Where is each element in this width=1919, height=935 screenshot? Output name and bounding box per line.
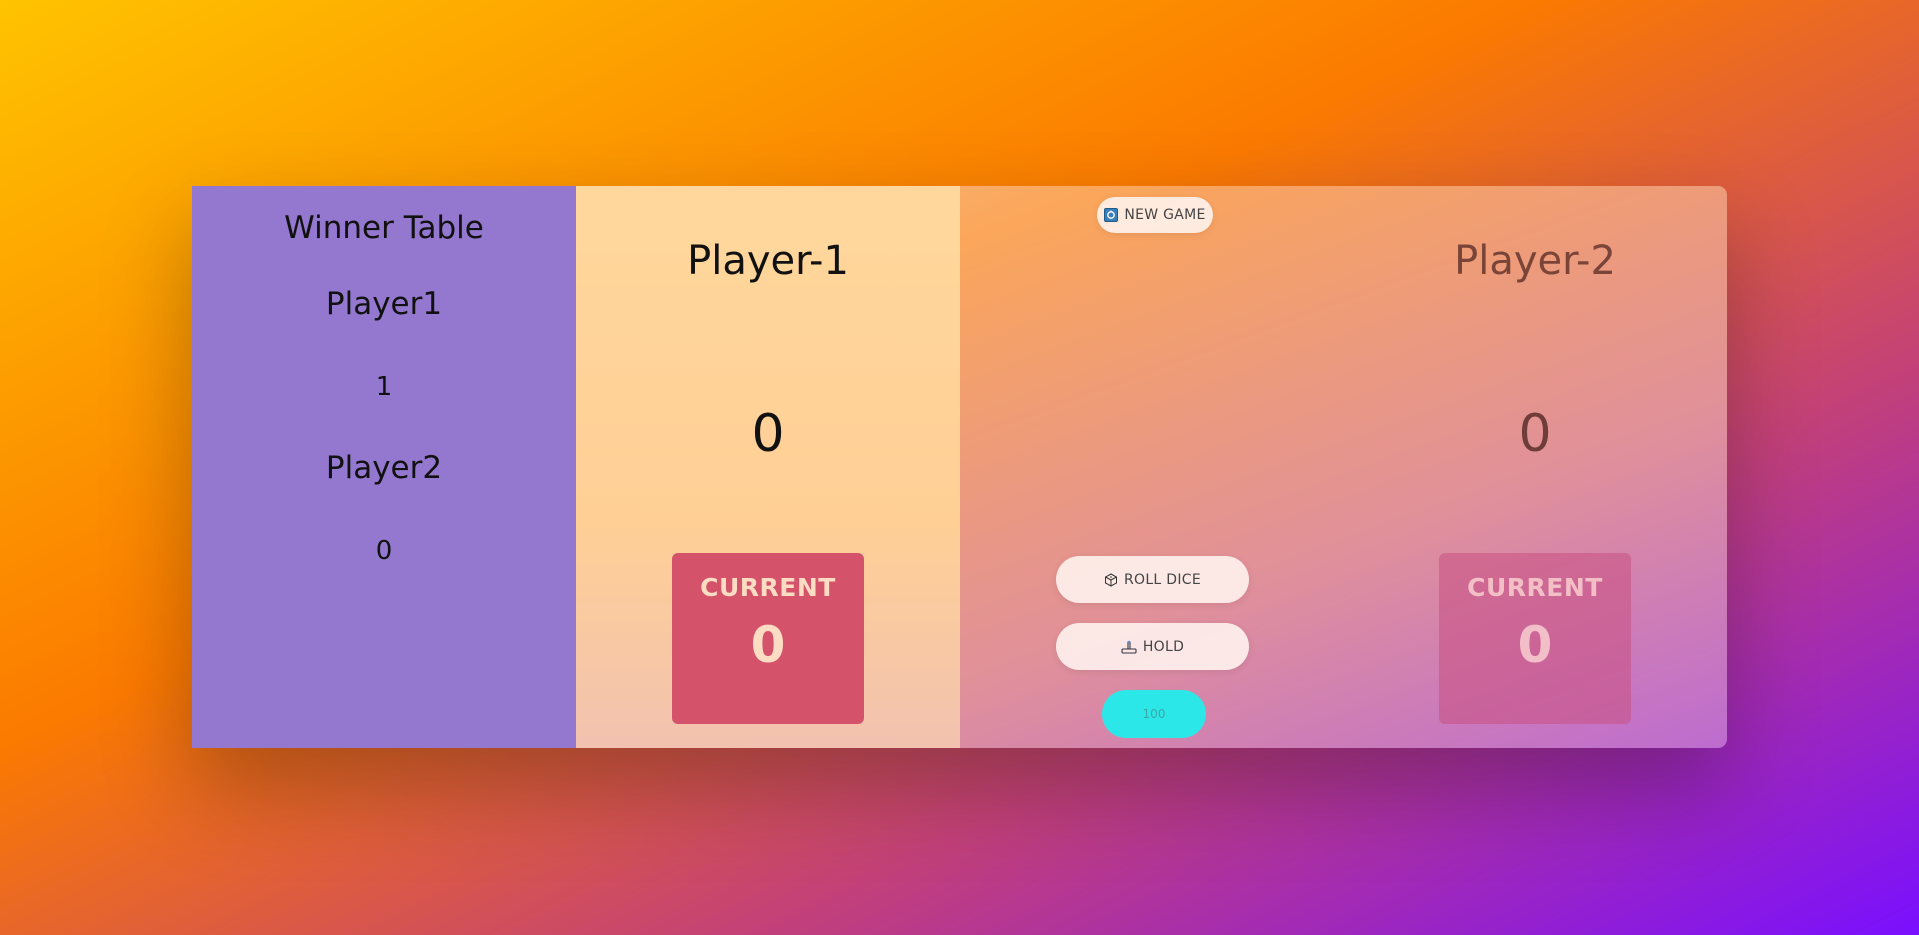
- new-game-label: NEW GAME: [1124, 207, 1206, 223]
- winner-player2-wins: 0: [375, 536, 393, 566]
- new-game-button[interactable]: NEW GAME: [1097, 197, 1213, 233]
- target-score-input[interactable]: [1102, 690, 1206, 738]
- player2-score: 0: [1518, 404, 1552, 464]
- player1-name: Player-1: [687, 238, 849, 284]
- player1-panel: Player-1 0 CURRENT 0: [576, 186, 960, 748]
- new-game-icon: [1104, 208, 1119, 222]
- player1-score: 0: [751, 404, 785, 464]
- player2-panel: Player-2 0 CURRENT 0: [1343, 186, 1727, 748]
- winner-player1-wins: 1: [375, 372, 393, 402]
- player2-current-label: CURRENT: [1467, 573, 1603, 602]
- game-board: Winner Table Player1 1 Player2 0 Player-…: [192, 186, 1727, 748]
- player2-current-score: 0: [1517, 616, 1553, 674]
- dice-icon: [1104, 572, 1118, 587]
- winner-table: Winner Table Player1 1 Player2 0: [192, 186, 576, 748]
- player1-current-box: CURRENT 0: [672, 553, 864, 724]
- hold-label: HOLD: [1142, 638, 1185, 655]
- winner-table-title: Winner Table: [284, 210, 484, 246]
- player1-current-score: 0: [750, 616, 786, 674]
- center-area: NEW GAME ROLL DICE HOLD 100 Player-2 0 C…: [960, 186, 1727, 748]
- player2-current-box: CURRENT 0: [1439, 553, 1631, 724]
- player1-current-label: CURRENT: [700, 573, 836, 602]
- hold-icon: [1121, 640, 1137, 654]
- roll-dice-button[interactable]: ROLL DICE: [1056, 556, 1249, 603]
- player2-name: Player-2: [1454, 238, 1616, 284]
- winner-player1-name: Player1: [325, 286, 443, 322]
- roll-dice-label: ROLL DICE: [1123, 571, 1202, 588]
- hold-button[interactable]: HOLD: [1056, 623, 1249, 670]
- winner-player2-name: Player2: [325, 450, 443, 486]
